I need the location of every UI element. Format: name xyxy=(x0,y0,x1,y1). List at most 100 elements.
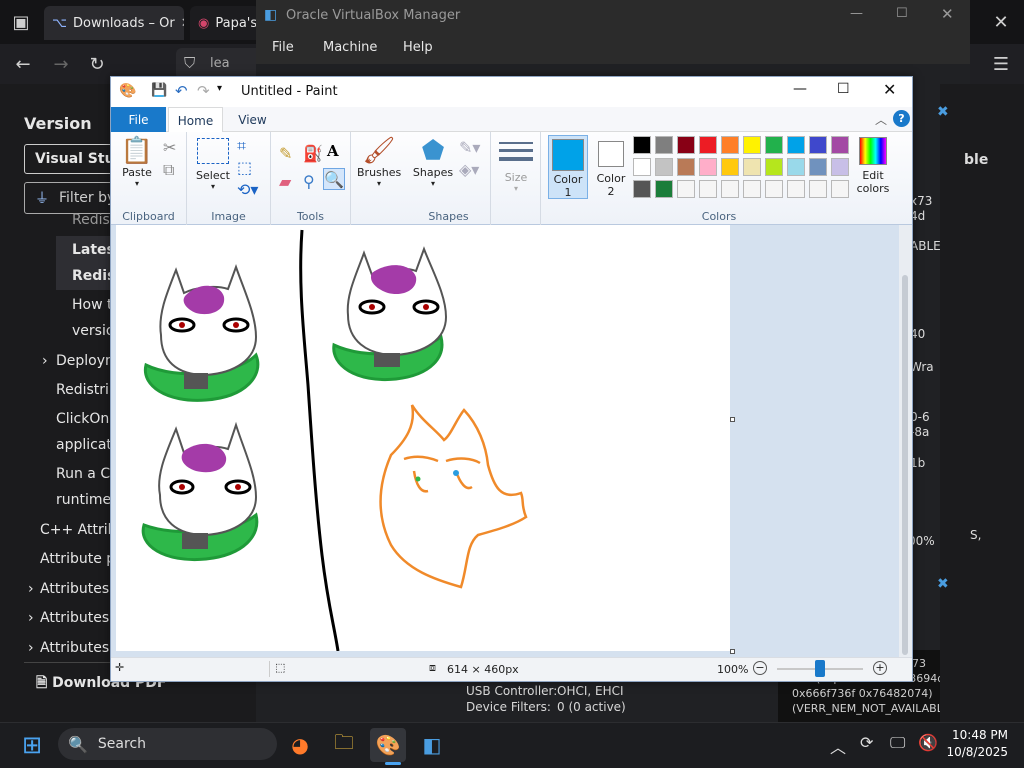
close-x-icon[interactable]: ✖ xyxy=(937,576,949,592)
save-icon[interactable]: 💾 xyxy=(151,83,167,98)
minimize-icon[interactable]: — xyxy=(850,6,863,21)
palette-swatch[interactable] xyxy=(765,158,783,176)
taskbar-search[interactable]: 🔍 Search xyxy=(58,728,277,760)
sidebar-chevron-icon[interactable]: › xyxy=(28,610,34,626)
edit-colors-button[interactable]: Edit colors xyxy=(853,135,893,195)
palette-swatch[interactable] xyxy=(633,158,651,176)
color-picker-icon[interactable]: ⚲ xyxy=(303,172,315,191)
zoom-slider-thumb[interactable] xyxy=(815,660,825,677)
cut-icon[interactable]: ✂ xyxy=(163,138,176,157)
start-icon[interactable]: ⊞ xyxy=(14,728,50,762)
help-icon[interactable]: ? xyxy=(893,110,910,127)
sidebar-item[interactable]: Redist xyxy=(72,212,115,228)
palette-swatch[interactable] xyxy=(721,158,739,176)
tab-actions-icon[interactable]: ▣ xyxy=(8,9,34,35)
text-icon[interactable]: A xyxy=(327,142,339,160)
copy-icon[interactable]: ⧉ xyxy=(163,160,174,180)
brushes-button[interactable]: 🖌 Brushes ▾ xyxy=(357,136,401,188)
undo-icon[interactable]: ↶ xyxy=(175,82,188,100)
palette-swatch[interactable] xyxy=(831,136,849,154)
tab-home[interactable]: Home xyxy=(168,107,223,133)
taskbar-time[interactable]: 10:48 PM xyxy=(944,728,1008,742)
palette-swatch[interactable] xyxy=(655,180,673,198)
palette-swatch[interactable] xyxy=(765,180,783,198)
close-icon[interactable]: ✕ xyxy=(883,80,896,99)
palette-swatch[interactable] xyxy=(831,180,849,198)
magnifier-icon[interactable]: 🔍 xyxy=(323,168,345,190)
eraser-icon[interactable]: ▰ xyxy=(279,172,291,191)
sidebar-item[interactable]: How t xyxy=(72,297,112,313)
fill-shape-icon[interactable]: ◈▾ xyxy=(459,160,479,179)
menu-file[interactable]: File xyxy=(272,40,294,55)
resize-icon[interactable]: ⬚ xyxy=(237,158,252,177)
chevron-up-icon[interactable]: ︿ xyxy=(830,734,846,758)
sidebar-item[interactable]: Attribute p xyxy=(40,551,115,567)
maximize-icon[interactable]: ☐ xyxy=(896,6,908,21)
sidebar-chevron-icon[interactable]: › xyxy=(42,353,48,369)
file-explorer-icon[interactable]: 🗀 xyxy=(326,728,362,762)
palette-swatch[interactable] xyxy=(809,136,827,154)
palette-swatch[interactable] xyxy=(633,136,651,154)
reload-icon[interactable]: ↻ xyxy=(84,51,110,77)
sidebar-item[interactable]: runtime xyxy=(56,492,111,508)
sidebar-item[interactable]: applicati xyxy=(56,437,116,453)
palette-swatch[interactable] xyxy=(699,136,717,154)
rotate-icon[interactable]: ⟲▾ xyxy=(237,180,258,199)
outline-icon[interactable]: ✎▾ xyxy=(459,138,480,157)
palette-swatch[interactable] xyxy=(721,136,739,154)
drawing-canvas[interactable] xyxy=(116,225,730,652)
palette-swatch[interactable] xyxy=(787,180,805,198)
size-button[interactable]: Size ▾ xyxy=(497,140,535,193)
collapse-ribbon-icon[interactable]: ︿ xyxy=(875,111,887,128)
quick-access-dropdown-icon[interactable]: ▾ xyxy=(217,83,222,94)
shapes-button[interactable]: ⬟ Shapes ▾ xyxy=(411,136,455,188)
select-button[interactable]: Select ▾ xyxy=(195,138,231,191)
palette-swatch[interactable] xyxy=(655,136,673,154)
resize-handle[interactable] xyxy=(730,417,735,422)
palette-swatch[interactable] xyxy=(831,158,849,176)
zoom-out-button[interactable]: − xyxy=(753,661,767,675)
minimize-icon[interactable]: — xyxy=(793,81,807,97)
menu-help[interactable]: Help xyxy=(403,40,433,55)
forward-icon[interactable]: → xyxy=(48,51,74,77)
virtualbox-taskbar-icon[interactable]: ◧ xyxy=(414,728,450,762)
color2-button[interactable]: Color 2 xyxy=(591,135,631,199)
color1-button[interactable]: Color 1 xyxy=(548,135,588,199)
palette-swatch[interactable] xyxy=(809,180,827,198)
paint-taskbar-icon[interactable]: 🎨 xyxy=(370,728,406,762)
palette-swatch[interactable] xyxy=(677,158,695,176)
tab-view[interactable]: View xyxy=(225,107,280,132)
palette-swatch[interactable] xyxy=(677,180,695,198)
browser-tab-papas[interactable]: ◉ Papa's xyxy=(190,6,260,40)
close-x-icon[interactable]: ✖ xyxy=(937,104,949,120)
network-icon[interactable]: 🖵 xyxy=(890,733,905,753)
back-icon[interactable]: ← xyxy=(10,51,36,77)
sidebar-chevron-icon[interactable]: › xyxy=(28,640,34,656)
sidebar-item[interactable]: versio xyxy=(72,323,114,339)
palette-swatch[interactable] xyxy=(743,180,761,198)
close-tab-icon[interactable]: ✕ xyxy=(181,16,184,31)
palette-swatch[interactable] xyxy=(787,158,805,176)
firefox-icon[interactable]: ◕ xyxy=(282,728,318,762)
palette-swatch[interactable] xyxy=(677,136,695,154)
taskbar-date[interactable]: 10/8/2025 xyxy=(944,745,1008,759)
redo-icon[interactable]: ↷ xyxy=(197,82,210,100)
sidebar-item[interactable]: ClickOnc xyxy=(56,411,117,427)
sync-icon[interactable]: ⟳ xyxy=(860,733,873,752)
zoom-in-button[interactable]: + xyxy=(873,661,887,675)
tab-file[interactable]: File xyxy=(111,107,166,132)
scroll-thumb[interactable] xyxy=(902,275,908,655)
crop-icon[interactable]: ⌗ xyxy=(237,136,246,156)
menu-icon[interactable]: ☰ xyxy=(988,51,1014,77)
pencil-icon[interactable]: ✎ xyxy=(279,144,292,163)
palette-swatch[interactable] xyxy=(699,158,717,176)
palette-swatch[interactable] xyxy=(809,158,827,176)
palette-swatch[interactable] xyxy=(699,180,717,198)
paste-button[interactable]: 📋 Paste ▾ xyxy=(117,136,157,188)
palette-swatch[interactable] xyxy=(765,136,783,154)
palette-swatch[interactable] xyxy=(743,158,761,176)
maximize-icon[interactable]: ☐ xyxy=(837,81,850,97)
palette-swatch[interactable] xyxy=(721,180,739,198)
vertical-scrollbar[interactable] xyxy=(899,225,912,657)
palette-swatch[interactable] xyxy=(633,180,651,198)
